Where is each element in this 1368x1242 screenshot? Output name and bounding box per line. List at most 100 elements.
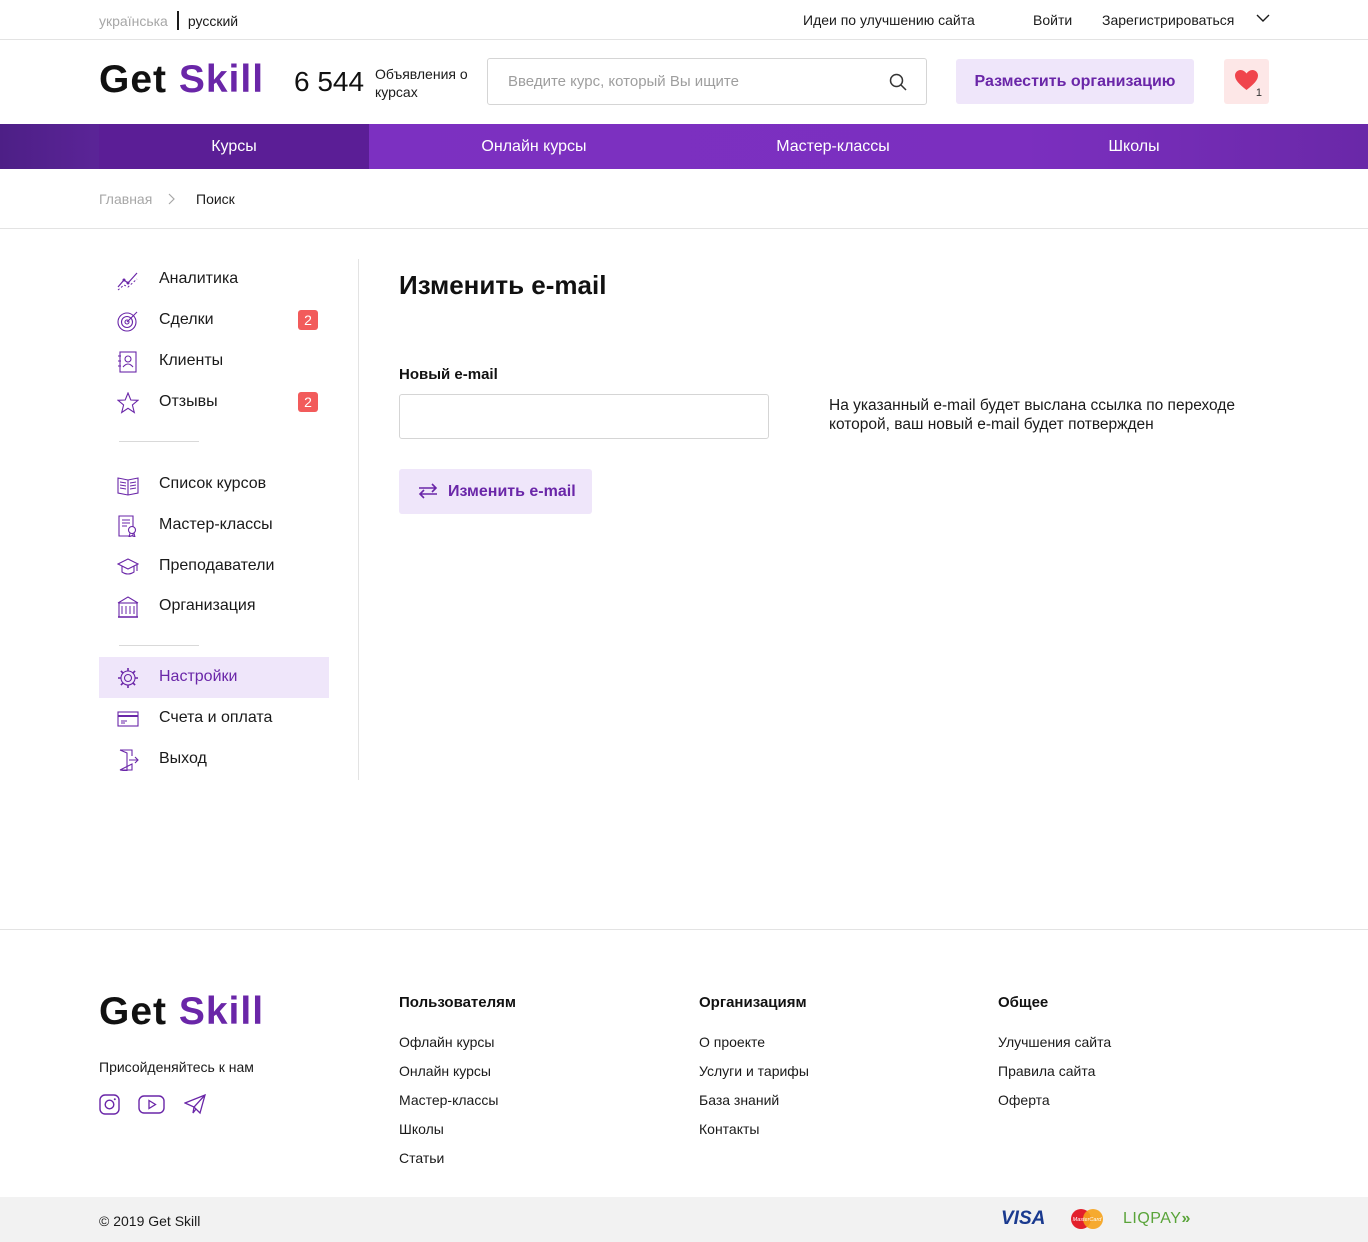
sidebar-item-analytics[interactable]: Аналитика (99, 259, 329, 300)
sidebar-item-label: Счета и оплата (159, 709, 273, 726)
sidebar-item-teachers[interactable]: Преподаватели (99, 546, 329, 587)
logo-get: Get (99, 58, 168, 101)
post-organization-button[interactable]: Разместить организацию (956, 59, 1194, 104)
double-chevron-icon: » (1181, 1210, 1191, 1227)
sidebar-item-settings[interactable]: Настройки (99, 657, 329, 698)
main-nav: Курсы Онлайн курсы Мастер-классы Школы (0, 124, 1368, 169)
nav-online-courses[interactable]: Онлайн курсы (399, 124, 669, 169)
sidebar-divider (119, 645, 199, 646)
footer-link[interactable]: Офлайн курсы (399, 1034, 494, 1050)
register-link[interactable]: Зарегистрироваться (1102, 12, 1234, 28)
sidebar-item-label: Клиенты (159, 352, 224, 369)
footer-orgs-title: Организациям (699, 994, 807, 1011)
svg-text:MasterCard: MasterCard (1073, 1217, 1103, 1223)
courses-count: 6 544 (294, 66, 365, 97)
footer-link[interactable]: База знаний (699, 1092, 779, 1108)
sidebar-item-label: Аналитика (159, 270, 239, 287)
lang-ukrainian-link[interactable]: українська (99, 13, 168, 29)
copyright: © 2019 Get Skill (99, 1213, 201, 1229)
sidebar-item-billing[interactable]: Счета и оплата (99, 698, 329, 739)
breadcrumb: Главная Поиск (0, 169, 1368, 229)
sidebar-divider (119, 441, 199, 442)
card-icon (117, 711, 139, 727)
sidebar-item-label: Сделки (159, 311, 214, 328)
nav-schools[interactable]: Школы (999, 124, 1269, 169)
logo-skill: Skill (178, 58, 265, 101)
footer-users-title: Пользователям (399, 994, 516, 1011)
sidebar-item-course-list[interactable]: Список курсов (99, 464, 329, 505)
mastercard-logo: MasterCard (1071, 1209, 1103, 1229)
sidebar-item-master-classes[interactable]: Мастер-классы (99, 505, 329, 546)
footer-link[interactable]: Статьи (399, 1150, 444, 1166)
deals-badge: 2 (298, 310, 318, 330)
chevron-down-icon[interactable] (1256, 13, 1270, 23)
instagram-icon[interactable] (99, 1094, 120, 1116)
liqpay-logo: LIQPAY» (1123, 1210, 1191, 1228)
sidebar-item-deals[interactable]: Сделки 2 (99, 300, 329, 341)
sidebar-item-label: Мастер-классы (159, 516, 273, 533)
footer-logo[interactable]: Get Skill (99, 990, 264, 1034)
footer-link[interactable]: Улучшения сайта (998, 1034, 1111, 1050)
clients-icon (118, 351, 137, 373)
search-input[interactable] (488, 59, 868, 104)
footer-general-title: Общее (998, 994, 1049, 1011)
sidebar-item-label: Преподаватели (159, 557, 275, 574)
footer-link[interactable]: Школы (399, 1121, 444, 1137)
sidebar-divider-vertical (358, 259, 359, 780)
building-icon (117, 596, 139, 618)
footer-link[interactable]: Правила сайта (998, 1063, 1095, 1079)
breadcrumb-home[interactable]: Главная (99, 191, 152, 207)
change-email-button[interactable]: Изменить e-mail (399, 469, 592, 514)
logo-skill: Skill (178, 990, 265, 1033)
favorites-button[interactable]: 1 (1224, 59, 1269, 104)
footer-link[interactable]: Онлайн курсы (399, 1063, 491, 1079)
footer-link[interactable]: Услуги и тарифы (699, 1063, 809, 1079)
language-switcher: українська русский (99, 11, 238, 30)
join-us-text: Присойденяйтесь к нам (99, 1059, 254, 1075)
nav-courses[interactable]: Курсы (99, 124, 369, 169)
target-icon (117, 311, 138, 332)
reviews-badge: 2 (298, 392, 318, 412)
top-bar: українська русский Идеи по улучшению сай… (0, 0, 1368, 40)
search-icon[interactable] (889, 73, 907, 91)
footer-link[interactable]: Контакты (699, 1121, 759, 1137)
nav-master-classes[interactable]: Мастер-классы (698, 124, 968, 169)
change-email-label: Изменить e-mail (448, 483, 576, 500)
new-email-field[interactable] (399, 394, 769, 439)
sidebar-item-organization[interactable]: Организация (99, 586, 329, 627)
footer-link[interactable]: Оферта (998, 1092, 1050, 1108)
email-hint-text: На указанный e-mail будет выслана ссылка… (829, 397, 1235, 433)
header: Get Skill 6 544 Объявления о курсах Разм… (0, 40, 1368, 124)
search-box (487, 58, 927, 105)
book-icon (117, 477, 139, 496)
bottom-bar: © 2019 Get Skill VISA MasterCard LIQPAY» (0, 1197, 1368, 1242)
sidebar-item-label: Организация (159, 597, 256, 614)
footer-link[interactable]: Мастер-классы (399, 1092, 498, 1108)
youtube-icon[interactable] (138, 1094, 165, 1116)
visa-logo: VISA (1001, 1208, 1046, 1229)
new-email-label: Новый e-mail (399, 366, 498, 383)
ideas-link[interactable]: Идеи по улучшению сайта (803, 12, 975, 28)
breadcrumb-current: Поиск (196, 191, 235, 207)
logo[interactable]: Get Skill (99, 58, 264, 102)
sidebar-item-reviews[interactable]: Отзывы 2 (99, 382, 329, 423)
star-icon (117, 392, 139, 414)
courses-count-label: Объявления о курсах (375, 66, 468, 100)
sidebar-item-logout[interactable]: Выход (99, 739, 329, 780)
lang-russian-link[interactable]: русский (188, 13, 238, 29)
gear-icon (118, 668, 138, 688)
page-title: Изменить e-mail (399, 270, 607, 300)
certificate-icon (118, 515, 137, 537)
logout-icon (119, 749, 139, 771)
sidebar-item-label: Отзывы (159, 393, 218, 410)
footer-divider (0, 929, 1368, 930)
login-link[interactable]: Войти (1033, 12, 1072, 28)
footer-link[interactable]: О проекте (699, 1034, 765, 1050)
sidebar-item-clients[interactable]: Клиенты (99, 341, 329, 382)
chevron-right-icon (168, 193, 175, 205)
telegram-icon[interactable] (183, 1093, 206, 1116)
graduation-cap-icon (117, 558, 139, 575)
swap-arrows-icon (418, 483, 438, 499)
sidebar-item-label: Выход (159, 750, 207, 767)
analytics-icon (117, 272, 138, 291)
